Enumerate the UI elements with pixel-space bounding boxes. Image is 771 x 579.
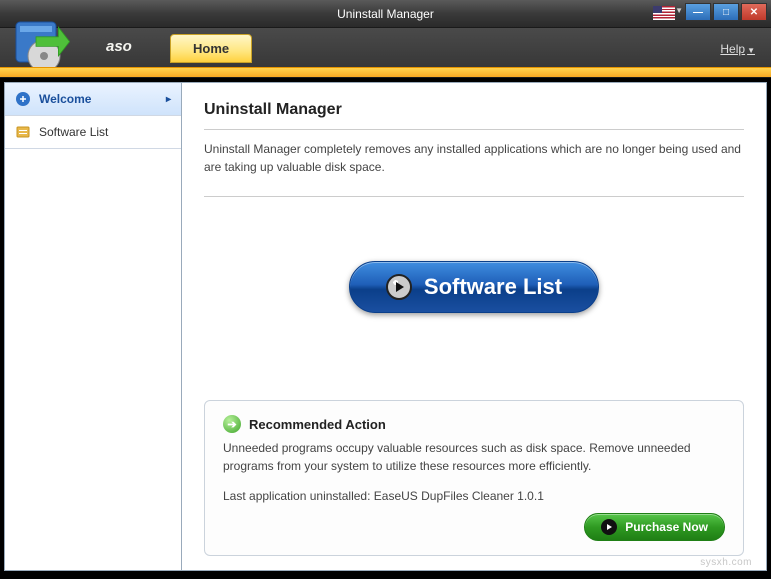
recommended-action-panel: Recommended Action Unneeded programs occ… bbox=[204, 400, 744, 556]
welcome-icon bbox=[15, 91, 31, 107]
close-button[interactable]: ✕ bbox=[741, 3, 767, 21]
last-uninstalled-label: Last application uninstalled: bbox=[223, 489, 374, 503]
ribbon: aso Home Help▼ bbox=[0, 28, 771, 78]
help-menu[interactable]: Help▼ bbox=[720, 42, 755, 56]
body: Welcome ▸ Software List Uninstall Manage… bbox=[0, 78, 771, 579]
last-uninstalled: Last application uninstalled: EaseUS Dup… bbox=[223, 489, 725, 503]
chevron-right-icon: ▸ bbox=[166, 94, 171, 105]
ribbon-strip bbox=[0, 67, 771, 77]
sidebar-item-software-list[interactable]: Software List bbox=[5, 116, 181, 149]
language-dropdown-icon[interactable]: ▼ bbox=[675, 6, 683, 15]
sidebar-item-label: Software List bbox=[39, 125, 108, 139]
divider bbox=[204, 196, 744, 197]
language-flag-icon[interactable] bbox=[653, 6, 675, 20]
minimize-button[interactable]: — bbox=[685, 3, 711, 21]
purchase-now-label: Purchase Now bbox=[625, 520, 708, 534]
software-list-button[interactable]: Software List bbox=[349, 261, 599, 313]
window-controls: — □ ✕ bbox=[685, 3, 767, 21]
main-panel: Uninstall Manager Uninstall Manager comp… bbox=[182, 82, 767, 571]
watermark: sysxh.com bbox=[700, 557, 752, 568]
brand-label: aso bbox=[106, 38, 132, 55]
software-list-button-label: Software List bbox=[424, 274, 562, 300]
recommended-title: Recommended Action bbox=[249, 417, 386, 432]
last-uninstalled-value: EaseUS DupFiles Cleaner 1.0.1 bbox=[374, 489, 544, 503]
chevron-down-icon: ▼ bbox=[747, 46, 755, 55]
software-list-icon bbox=[15, 124, 31, 140]
window-title: Uninstall Manager bbox=[337, 7, 434, 21]
page-description: Uninstall Manager completely removes any… bbox=[204, 140, 744, 176]
app-window: Uninstall Manager ▼ — □ ✕ aso Home Help▼ bbox=[0, 0, 771, 579]
sidebar-item-label: Welcome bbox=[39, 92, 91, 106]
hero-area: Software List bbox=[204, 207, 744, 367]
sidebar: Welcome ▸ Software List bbox=[4, 82, 182, 571]
purchase-row: Purchase Now bbox=[223, 513, 725, 541]
play-icon bbox=[386, 274, 412, 300]
play-icon bbox=[601, 519, 617, 535]
recommended-header: Recommended Action bbox=[223, 415, 725, 433]
sidebar-item-welcome[interactable]: Welcome ▸ bbox=[5, 83, 181, 116]
divider bbox=[204, 129, 744, 130]
page-title: Uninstall Manager bbox=[204, 101, 744, 119]
tab-home[interactable]: Home bbox=[170, 34, 252, 63]
arrow-circle-icon bbox=[223, 415, 241, 433]
recommended-body: Unneeded programs occupy valuable resour… bbox=[223, 439, 725, 475]
help-label: Help bbox=[720, 42, 745, 56]
purchase-now-button[interactable]: Purchase Now bbox=[584, 513, 725, 541]
maximize-button[interactable]: □ bbox=[713, 3, 739, 21]
titlebar: Uninstall Manager ▼ — □ ✕ bbox=[0, 0, 771, 28]
tab-bar: Home bbox=[170, 34, 252, 63]
